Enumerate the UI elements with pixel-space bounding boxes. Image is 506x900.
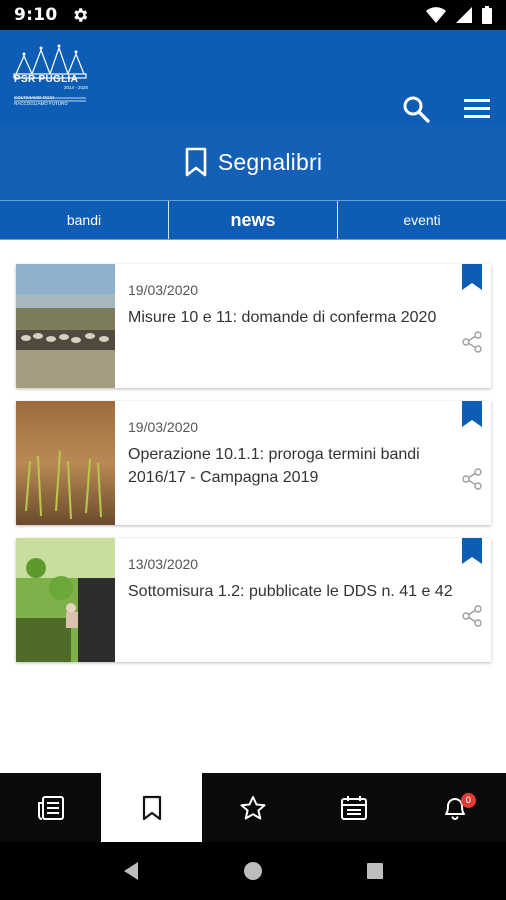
tab-bar: bandi news eventi <box>0 200 506 240</box>
back-icon[interactable] <box>120 860 142 882</box>
signal-icon <box>456 7 472 23</box>
logo-title: PSR PUGLIA <box>14 74 79 85</box>
bookmark-icon <box>142 795 161 820</box>
bookmarked-news-list: 19/03/2020 Misure 10 e 11: domande di co… <box>16 264 491 675</box>
nav-favorites[interactable] <box>202 773 303 842</box>
settings-gear-icon <box>74 8 88 22</box>
bookmark-filled-icon[interactable] <box>462 538 482 564</box>
news-title[interactable]: Operazione 10.1.1: proroga termini bandi… <box>128 443 463 489</box>
nav-notifications[interactable]: 0 <box>405 773 506 842</box>
nav-news[interactable] <box>0 773 101 842</box>
search-icon[interactable] <box>401 94 431 124</box>
tab-news[interactable]: news <box>168 201 337 239</box>
status-bar: 9:10 <box>0 0 506 30</box>
bookmark-filled-icon[interactable] <box>462 401 482 427</box>
logo-years: 2014 - 2020 <box>63 85 88 90</box>
wifi-icon <box>426 7 446 23</box>
star-icon <box>240 795 266 819</box>
hamburger-menu-icon[interactable] <box>462 94 492 124</box>
bottom-navigation: 0 <box>0 773 506 842</box>
notification-count-badge: 0 <box>460 793 476 808</box>
share-icon[interactable] <box>461 468 483 490</box>
news-card[interactable]: 19/03/2020 Misure 10 e 11: domande di co… <box>16 264 491 388</box>
news-thumbnail-sheep-field <box>16 264 115 388</box>
nav-calendar[interactable] <box>304 773 405 842</box>
battery-icon <box>482 6 492 24</box>
tab-eventi[interactable]: eventi <box>337 201 506 239</box>
news-list-icon <box>37 795 64 820</box>
news-title[interactable]: Sottomisura 1.2: pubblicate le DDS n. 41… <box>128 580 463 603</box>
logo-text: PSR PUGLIA 2014 - 2020 COLTIVIAMO OGGI R… <box>14 74 88 107</box>
android-system-navigation <box>0 842 506 900</box>
logo-tagline-2: RACCOGLIAMO FUTURO <box>14 101 68 106</box>
news-date: 19/03/2020 <box>128 419 199 435</box>
nav-bookmarks[interactable] <box>101 773 203 842</box>
page-title: Segnalibri <box>217 148 323 175</box>
news-date: 19/03/2020 <box>128 282 199 298</box>
share-icon[interactable] <box>461 331 483 353</box>
recents-icon[interactable] <box>364 860 386 882</box>
news-thumbnail-greenhouse <box>16 538 115 662</box>
share-icon[interactable] <box>461 605 483 627</box>
bookmark-outline-icon <box>185 147 207 177</box>
news-card[interactable]: 13/03/2020 Sottomisura 1.2: pubblicate l… <box>16 538 491 662</box>
bookmark-filled-icon[interactable] <box>462 264 482 290</box>
news-date: 13/03/2020 <box>128 556 199 572</box>
home-icon[interactable] <box>242 860 264 882</box>
calendar-icon <box>341 795 368 820</box>
news-card[interactable]: 19/03/2020 Operazione 10.1.1: proroga te… <box>16 401 491 525</box>
news-thumbnail-seedlings <box>16 401 115 525</box>
news-title[interactable]: Misure 10 e 11: domande di conferma 2020 <box>128 306 463 329</box>
status-time: 9:10 <box>14 5 58 25</box>
app-header: PSR PUGLIA 2014 - 2020 COLTIVIAMO OGGI R… <box>0 30 506 124</box>
tab-bandi[interactable]: bandi <box>0 201 168 239</box>
page-title-bar: Segnalibri <box>0 124 506 200</box>
